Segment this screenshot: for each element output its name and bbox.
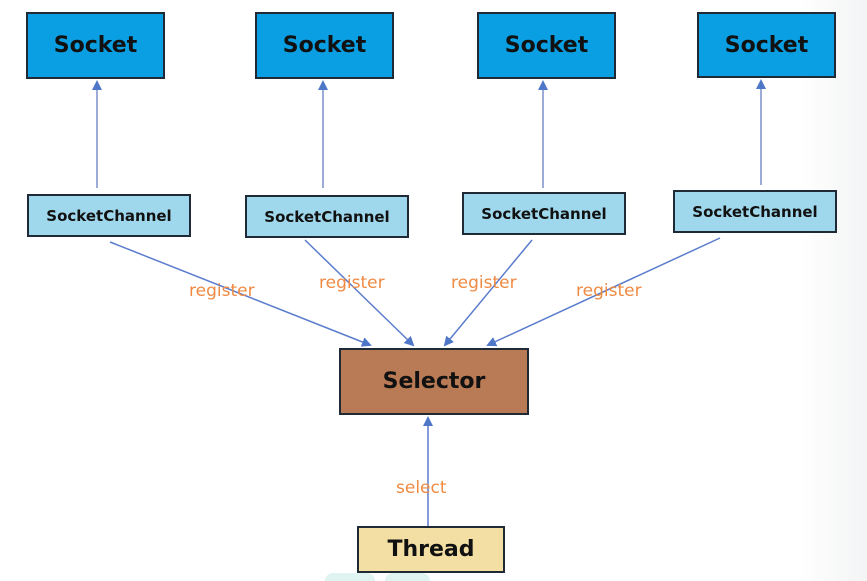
socket-box-1: Socket bbox=[26, 12, 165, 79]
socket-label: Socket bbox=[282, 33, 367, 58]
socketchannel-label: SocketChannel bbox=[692, 202, 818, 221]
watermark-fragment bbox=[325, 573, 375, 581]
socket-box-2: Socket bbox=[255, 12, 394, 79]
socketchannel-box-3: SocketChannel bbox=[462, 192, 626, 235]
socket-label: Socket bbox=[53, 33, 138, 58]
thread-box: Thread bbox=[357, 526, 505, 573]
socketchannel-box-2: SocketChannel bbox=[245, 195, 409, 238]
socket-box-3: Socket bbox=[477, 12, 616, 79]
socketchannel-label: SocketChannel bbox=[481, 204, 607, 223]
thread-label: Thread bbox=[387, 537, 475, 562]
selector-box: Selector bbox=[339, 348, 529, 415]
socket-label: Socket bbox=[504, 33, 589, 58]
selector-label: Selector bbox=[382, 369, 486, 394]
socket-box-4: Socket bbox=[697, 12, 836, 78]
watermark-fragment bbox=[385, 573, 430, 581]
socketchannel-label: SocketChannel bbox=[264, 207, 390, 226]
socket-label: Socket bbox=[724, 32, 809, 58]
register-label-4: register bbox=[576, 281, 642, 301]
register-label-3: register bbox=[451, 273, 517, 293]
select-label: select bbox=[396, 478, 447, 498]
socketchannel-box-4: SocketChannel bbox=[673, 190, 837, 233]
register-label-1: register bbox=[189, 281, 255, 301]
socketchannel-label: SocketChannel bbox=[46, 206, 172, 225]
register-label-2: register bbox=[319, 273, 385, 293]
socketchannel-box-1: SocketChannel bbox=[27, 194, 191, 237]
